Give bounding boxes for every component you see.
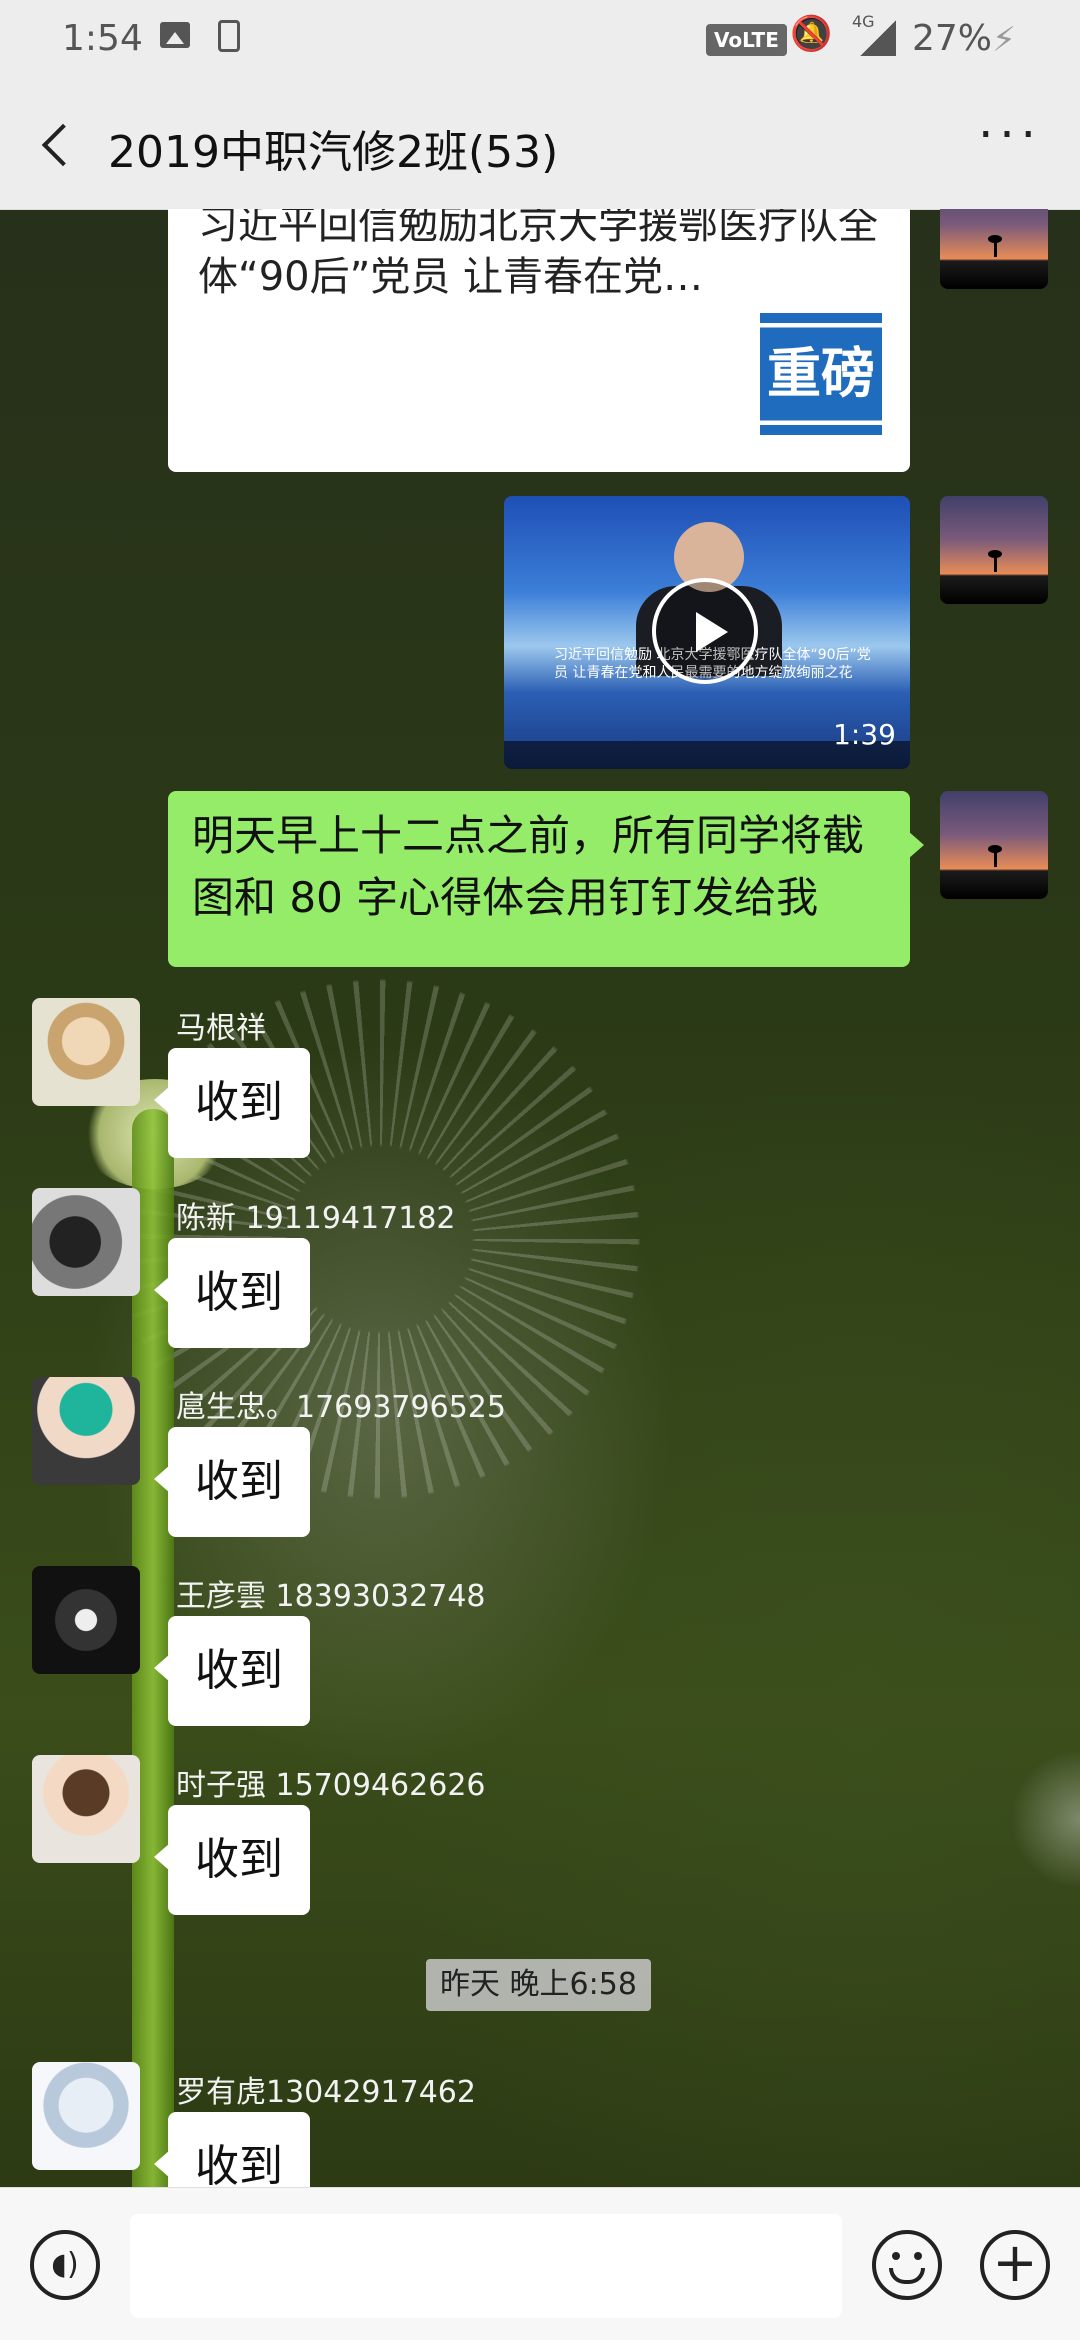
signal-icon bbox=[860, 20, 896, 56]
status-time: 1:54 bbox=[62, 18, 143, 59]
battery-charging-icon: ⚡ bbox=[992, 20, 1016, 60]
message-input[interactable] bbox=[130, 2214, 842, 2318]
reply-message[interactable]: 收到 bbox=[154, 1616, 310, 1726]
my-text-message[interactable]: 明天早上十二点之前，所有同学将截图和 80 字心得体会用钉钉发给我 bbox=[168, 791, 924, 967]
sender-avatar[interactable] bbox=[32, 1188, 140, 1296]
video-duration: 1:39 bbox=[833, 718, 896, 751]
input-bar: ◖) + bbox=[0, 2187, 1080, 2340]
sender-name: 时子强 15709462626 bbox=[176, 1768, 486, 1803]
voice-icon[interactable]: ◖) bbox=[30, 2230, 100, 2300]
reply-message[interactable]: 收到 bbox=[154, 1427, 310, 1537]
sender-name: 王彦雲 18393032748 bbox=[176, 1579, 486, 1614]
link-card-message[interactable]: 习近平回信勉励北京大学援鄂医疗队全体“90后”党员 让青春在党… 重磅 bbox=[168, 209, 910, 472]
sender-name: 马根祥 bbox=[176, 1011, 266, 1046]
emoji-icon[interactable] bbox=[872, 2230, 942, 2300]
sender-avatar[interactable] bbox=[32, 998, 140, 1106]
chat-header: 2019中职汽修2班(53) ··· bbox=[0, 80, 1080, 210]
sender-avatar[interactable] bbox=[32, 2062, 140, 2170]
sender-avatar[interactable] bbox=[32, 1377, 140, 1485]
volte-badge: VoLTE bbox=[706, 24, 787, 56]
reply-message[interactable]: 收到 bbox=[154, 1805, 310, 1915]
reply-message[interactable]: 收到 bbox=[154, 1238, 310, 1348]
message-list[interactable]: 习近平回信勉励北京大学援鄂医疗队全体“90后”党员 让青春在党… 重磅 习近平回… bbox=[0, 209, 1080, 2210]
my-avatar[interactable] bbox=[940, 209, 1048, 289]
sender-avatar[interactable] bbox=[32, 1755, 140, 1863]
status-bar: 1:54 VoLTE 🔕 4G 27% ⚡ bbox=[0, 0, 1080, 80]
image-icon bbox=[160, 22, 190, 48]
battery-percent: 27% bbox=[912, 18, 993, 59]
time-divider: 昨天 晚上6:58 bbox=[426, 1959, 651, 2011]
sender-name: 罗有虎13042917462 bbox=[176, 2075, 476, 2110]
sender-name: 陈新 19119417182 bbox=[176, 1201, 456, 1236]
back-button[interactable] bbox=[30, 110, 90, 180]
sender-name: 扈生忠。17693796525 bbox=[176, 1390, 506, 1425]
plus-icon[interactable]: + bbox=[980, 2230, 1050, 2300]
video-message[interactable]: 习近平回信勉励 北京大学援鄂医疗队全体“90后”党员 让青春在党和人民最需要的地… bbox=[504, 496, 910, 769]
chat-title: 2019中职汽修2班(53) bbox=[108, 127, 559, 178]
my-avatar[interactable] bbox=[940, 791, 1048, 899]
my-avatar[interactable] bbox=[940, 496, 1048, 604]
link-card-thumbnail: 重磅 bbox=[760, 313, 882, 435]
sender-avatar[interactable] bbox=[32, 1566, 140, 1674]
link-card-title: 习近平回信勉励北京大学援鄂医疗队全体“90后”党员 让青春在党… bbox=[198, 209, 878, 300]
more-options-button[interactable]: ··· bbox=[970, 111, 1050, 170]
phone-icon bbox=[218, 20, 240, 52]
reply-message[interactable]: 收到 bbox=[154, 1048, 310, 1158]
bell-muted-icon: 🔕 bbox=[790, 14, 833, 54]
play-icon[interactable] bbox=[652, 578, 758, 684]
chat-screen: 1:54 VoLTE 🔕 4G 27% ⚡ 2019中职汽修2班(53) ···… bbox=[0, 0, 1080, 2340]
